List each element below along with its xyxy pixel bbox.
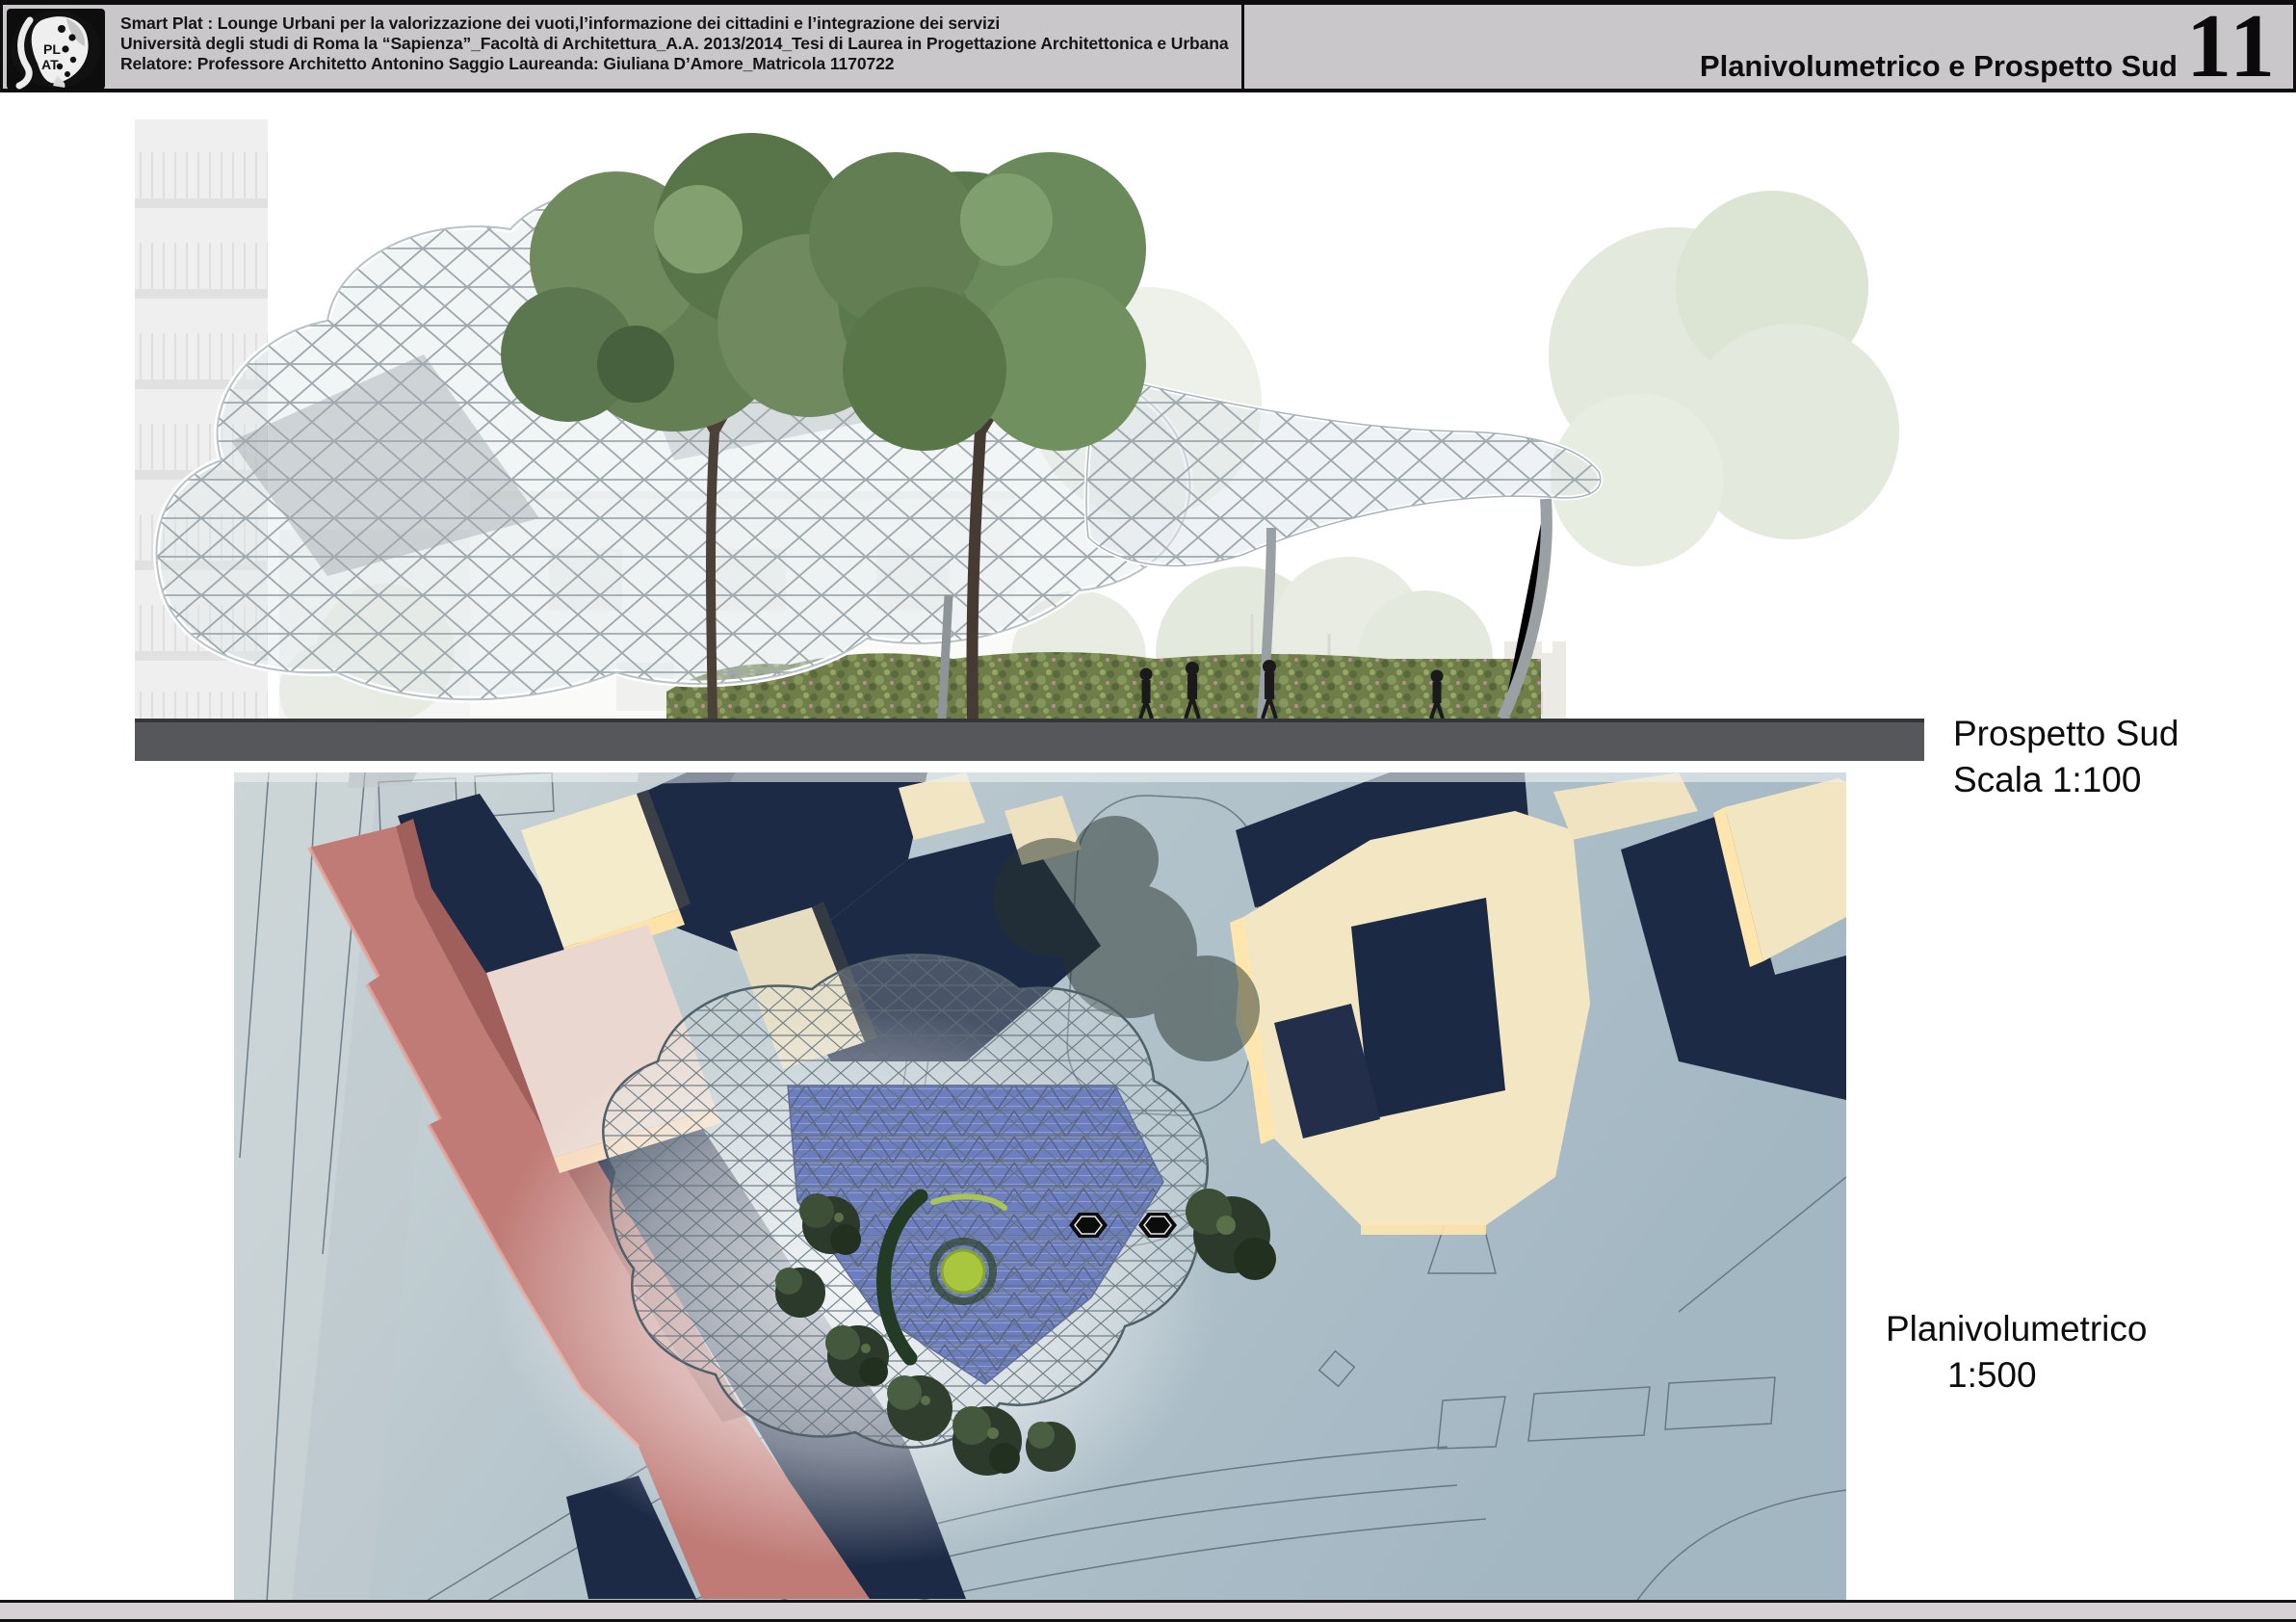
plan-caption-scale: 1:500 — [1886, 1352, 2147, 1399]
project-title-line2: Università degli studi di Roma la “Sapie… — [120, 34, 1229, 54]
header-divider — [1241, 5, 1244, 90]
title-block-header: PL AT Smart Plat : Lounge Urbani per la … — [0, 0, 2296, 92]
plan-caption: Planivolumetrico 1:500 — [1886, 1306, 2147, 1399]
logo-letters-bottom: AT — [41, 57, 59, 72]
sheet-page-number: 11 — [2186, 0, 2278, 93]
sheet-section-title: Planivolumetrico e Prospetto Sud — [1700, 49, 2178, 84]
elevation-caption-scale: Scala 1:100 — [1953, 757, 2179, 803]
site-plan-drawing — [234, 772, 1846, 1603]
elevation-caption: Prospetto Sud Scala 1:100 — [1953, 711, 2179, 803]
project-title-line1: Smart Plat : Lounge Urbani per la valori… — [120, 13, 1229, 34]
smart-plat-logo-icon: PL AT — [7, 9, 105, 90]
project-title-block: Smart Plat : Lounge Urbani per la valori… — [120, 13, 1229, 74]
south-elevation-figure — [135, 114, 1924, 761]
plan-lawn-circle — [942, 1250, 984, 1293]
elevation-caption-title: Prospetto Sud — [1953, 711, 2179, 757]
project-title-line3: Relatore: Professore Architetto Antonino… — [120, 54, 1229, 74]
plan-caption-title: Planivolumetrico — [1886, 1306, 2147, 1352]
site-plan-figure — [234, 772, 1846, 1603]
sheet-footer-bar — [0, 1600, 2296, 1622]
south-elevation-drawing — [135, 114, 1924, 761]
smart-plat-logo: PL AT — [7, 9, 105, 90]
elevation-ground-bar — [135, 719, 1924, 761]
logo-letters-top: PL — [43, 41, 61, 57]
